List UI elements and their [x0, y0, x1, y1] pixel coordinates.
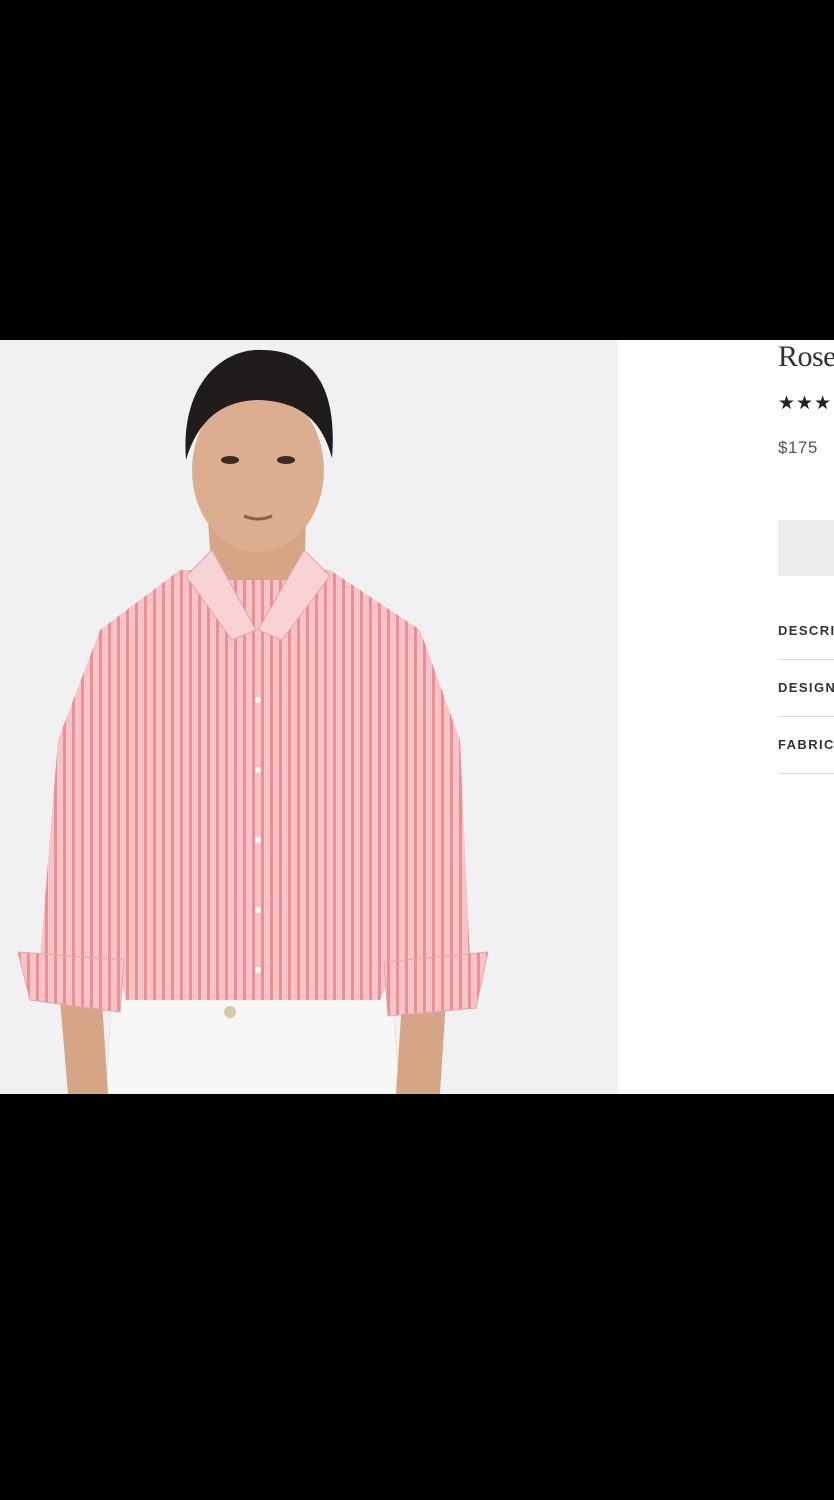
product-photo-illustration: [0, 340, 618, 1094]
rating-stars[interactable]: ★★★: [778, 392, 832, 415]
letterbox-top: [0, 0, 834, 340]
product-image[interactable]: [0, 340, 618, 1094]
product-details-accordion: DESCRI DESIGN FABRIC: [778, 603, 834, 774]
letterbox-bottom: [0, 1094, 834, 1500]
product-price: $175: [778, 438, 818, 457]
accordion-design[interactable]: DESIGN: [778, 660, 834, 717]
product-title: Rose: [778, 340, 834, 373]
accordion-description[interactable]: DESCRI: [778, 603, 834, 660]
product-page: Rose ★★★ $175 DESCRI DESIGN FABRIC: [0, 340, 834, 1094]
accordion-fabric[interactable]: FABRIC: [778, 717, 834, 774]
size-select-button[interactable]: [778, 520, 834, 576]
product-info-panel: Rose ★★★ $175 DESCRI DESIGN FABRIC: [778, 340, 834, 1094]
